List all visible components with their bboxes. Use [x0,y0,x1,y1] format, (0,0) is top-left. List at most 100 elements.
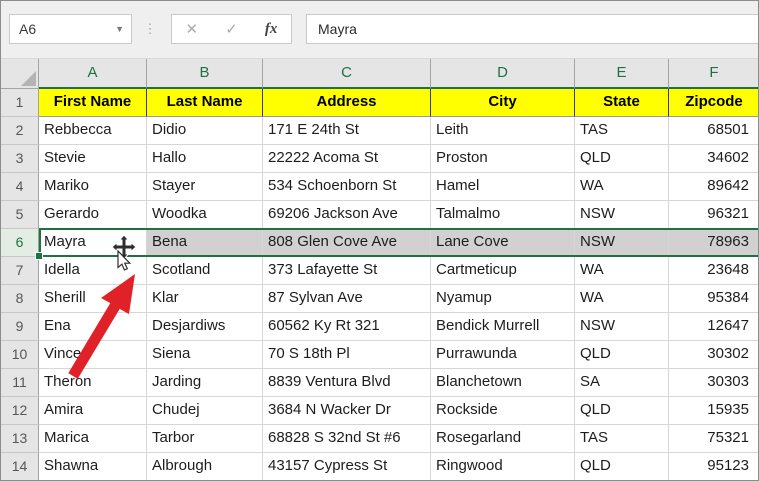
cell-B3[interactable]: Hallo [147,145,263,173]
cell-F9[interactable]: 12647 [669,313,758,341]
cell-F6[interactable]: 78963 [669,229,758,257]
cell-E7[interactable]: WA [575,257,669,285]
row-header-2[interactable]: 2 [1,117,39,145]
cell-D12[interactable]: Rockside [431,397,575,425]
cell-A1[interactable]: First Name [39,89,147,117]
cell-D5[interactable]: Talmalmo [431,201,575,229]
cell-E3[interactable]: QLD [575,145,669,173]
column-header-D[interactable]: D [431,59,575,89]
cell-D11[interactable]: Blanchetown [431,369,575,397]
cell-F12[interactable]: 15935 [669,397,758,425]
cell-F11[interactable]: 30303 [669,369,758,397]
cell-B14[interactable]: Albrough [147,453,263,480]
cell-A10[interactable]: Vince [39,341,147,369]
formula-bar-grip-icon[interactable]: ⋮ [143,14,157,44]
row-header-9[interactable]: 9 [1,313,39,341]
cell-A8[interactable]: Sherill [39,285,147,313]
cell-B1[interactable]: Last Name [147,89,263,117]
cell-C8[interactable]: 87 Sylvan Ave [263,285,431,313]
cell-E10[interactable]: QLD [575,341,669,369]
row-header-7[interactable]: 7 [1,257,39,285]
cell-F5[interactable]: 96321 [669,201,758,229]
formula-input[interactable]: Mayra [306,14,758,44]
cell-D9[interactable]: Bendick Murrell [431,313,575,341]
cell-C13[interactable]: 68828 S 32nd St #6 [263,425,431,453]
cell-E2[interactable]: TAS [575,117,669,145]
cell-B9[interactable]: Desjardiws [147,313,263,341]
row-header-12[interactable]: 12 [1,397,39,425]
cell-A14[interactable]: Shawna [39,453,147,480]
cell-A7[interactable]: Idella [39,257,147,285]
select-all-corner[interactable] [1,59,39,89]
cell-A12[interactable]: Amira [39,397,147,425]
cell-F1[interactable]: Zipcode [669,89,758,117]
cell-E9[interactable]: NSW [575,313,669,341]
row-header-14[interactable]: 14 [1,453,39,480]
cell-D8[interactable]: Nyamup [431,285,575,313]
cell-E13[interactable]: TAS [575,425,669,453]
cell-E5[interactable]: NSW [575,201,669,229]
cell-B8[interactable]: Klar [147,285,263,313]
cell-C7[interactable]: 373 Lafayette St [263,257,431,285]
cell-F4[interactable]: 89642 [669,173,758,201]
insert-function-button[interactable]: fx [265,21,278,38]
cell-B2[interactable]: Didio [147,117,263,145]
cell-D4[interactable]: Hamel [431,173,575,201]
cell-C11[interactable]: 8839 Ventura Blvd [263,369,431,397]
cell-D2[interactable]: Leith [431,117,575,145]
cell-A13[interactable]: Marica [39,425,147,453]
row-header-5[interactable]: 5 [1,201,39,229]
cell-E4[interactable]: WA [575,173,669,201]
cell-A2[interactable]: Rebbecca [39,117,147,145]
cell-C14[interactable]: 43157 Cypress St [263,453,431,480]
cell-B5[interactable]: Woodka [147,201,263,229]
row-header-13[interactable]: 13 [1,425,39,453]
cell-A6[interactable]: Mayra [39,229,147,257]
cell-C10[interactable]: 70 S 18th Pl [263,341,431,369]
cell-E14[interactable]: QLD [575,453,669,480]
cell-D3[interactable]: Proston [431,145,575,173]
name-box[interactable]: A6 ▼ [9,14,132,44]
cell-C3[interactable]: 22222 Acoma St [263,145,431,173]
cell-C6[interactable]: 808 Glen Cove Ave [263,229,431,257]
cell-B7[interactable]: Scotland [147,257,263,285]
cell-E12[interactable]: QLD [575,397,669,425]
cell-E8[interactable]: WA [575,285,669,313]
cancel-button[interactable]: ✕ [186,20,199,38]
column-header-F[interactable]: F [669,59,758,89]
cell-B13[interactable]: Tarbor [147,425,263,453]
row-header-6[interactable]: 6 [1,229,39,257]
cell-E11[interactable]: SA [575,369,669,397]
cell-C12[interactable]: 3684 N Wacker Dr [263,397,431,425]
enter-button[interactable]: ✓ [225,20,238,38]
cell-B4[interactable]: Stayer [147,173,263,201]
cell-F14[interactable]: 95123 [669,453,758,480]
cell-F8[interactable]: 95384 [669,285,758,313]
cell-D1[interactable]: City [431,89,575,117]
cell-F13[interactable]: 75321 [669,425,758,453]
cell-B11[interactable]: Jarding [147,369,263,397]
cell-B10[interactable]: Siena [147,341,263,369]
cell-F10[interactable]: 30302 [669,341,758,369]
cell-D14[interactable]: Ringwood [431,453,575,480]
row-header-8[interactable]: 8 [1,285,39,313]
cell-A3[interactable]: Stevie [39,145,147,173]
row-header-10[interactable]: 10 [1,341,39,369]
cell-F2[interactable]: 68501 [669,117,758,145]
cell-D10[interactable]: Purrawunda [431,341,575,369]
cell-D6[interactable]: Lane Cove [431,229,575,257]
cell-C2[interactable]: 171 E 24th St [263,117,431,145]
row-header-4[interactable]: 4 [1,173,39,201]
name-box-dropdown-icon[interactable]: ▼ [115,24,131,34]
cell-A9[interactable]: Ena [39,313,147,341]
cell-A4[interactable]: Mariko [39,173,147,201]
cell-D7[interactable]: Cartmeticup [431,257,575,285]
cell-E6[interactable]: NSW [575,229,669,257]
cell-A11[interactable]: Theron [39,369,147,397]
column-header-B[interactable]: B [147,59,263,89]
cell-F3[interactable]: 34602 [669,145,758,173]
cell-C4[interactable]: 534 Schoenborn St [263,173,431,201]
cell-A5[interactable]: Gerardo [39,201,147,229]
row-header-3[interactable]: 3 [1,145,39,173]
column-header-E[interactable]: E [575,59,669,89]
